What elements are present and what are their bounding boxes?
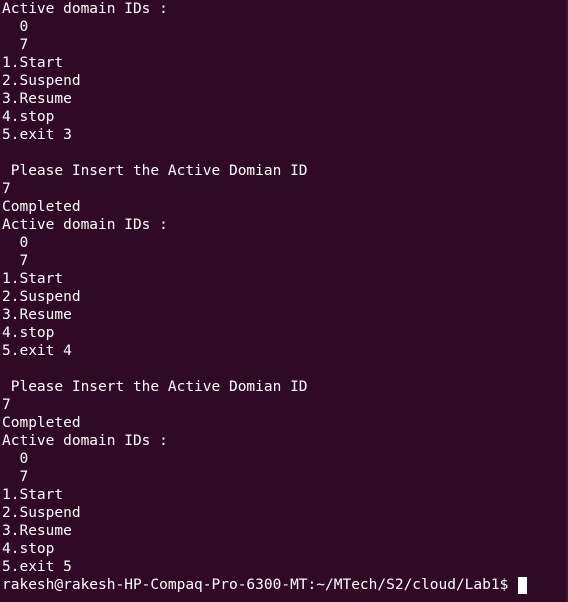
terminal-line: 3.Resume	[2, 523, 72, 539]
terminal-line: 0	[2, 451, 29, 467]
terminal-line: 0	[2, 19, 29, 35]
shell-prompt: rakesh@rakesh-HP-Compaq-Pro-6300-MT:~/MT…	[2, 577, 518, 593]
terminal-window[interactable]: Active domain IDs : 0 7 1.Start 2.Suspend 3…	[0, 0, 568, 602]
terminal-line: 0	[2, 235, 29, 251]
terminal-line: Active domain IDs :	[2, 1, 168, 17]
terminal-line: 7	[2, 37, 29, 53]
terminal-line: Active domain IDs :	[2, 217, 168, 233]
terminal-line: 4.stop	[2, 541, 55, 557]
terminal-output: Active domain IDs : 0 7 1.Start 2.Suspend 3…	[2, 0, 568, 576]
terminal-line: 2.Suspend	[2, 73, 81, 89]
terminal-line: Completed	[2, 415, 81, 431]
terminal-line: 4.stop	[2, 325, 55, 341]
text-cursor	[518, 576, 528, 594]
terminal-line: Please Insert the Active Domian ID	[2, 163, 308, 179]
terminal-line: 3.Resume	[2, 307, 72, 323]
terminal-line: 1.Start	[2, 271, 64, 287]
terminal-line: 2.Suspend	[2, 505, 81, 521]
terminal-line: 5.exit 3	[2, 127, 72, 143]
terminal-line: 7	[2, 253, 29, 269]
terminal-line: Completed	[2, 199, 81, 215]
terminal-line: 4.stop	[2, 109, 55, 125]
terminal-line: 3.Resume	[2, 91, 72, 107]
terminal-line: 5.exit 5	[2, 559, 72, 575]
terminal-line: 1.Start	[2, 55, 64, 71]
terminal-line: 7	[2, 469, 29, 485]
terminal-line: 2.Suspend	[2, 289, 81, 305]
terminal-line: 7	[2, 181, 11, 197]
terminal-line: Please Insert the Active Domian ID	[2, 379, 308, 395]
terminal-line: 1.Start	[2, 487, 64, 503]
shell-prompt-line[interactable]: rakesh@rakesh-HP-Compaq-Pro-6300-MT:~/MT…	[2, 576, 568, 594]
terminal-line: Active domain IDs :	[2, 433, 168, 449]
terminal-line: 5.exit 4	[2, 343, 72, 359]
terminal-line: 7	[2, 397, 11, 413]
